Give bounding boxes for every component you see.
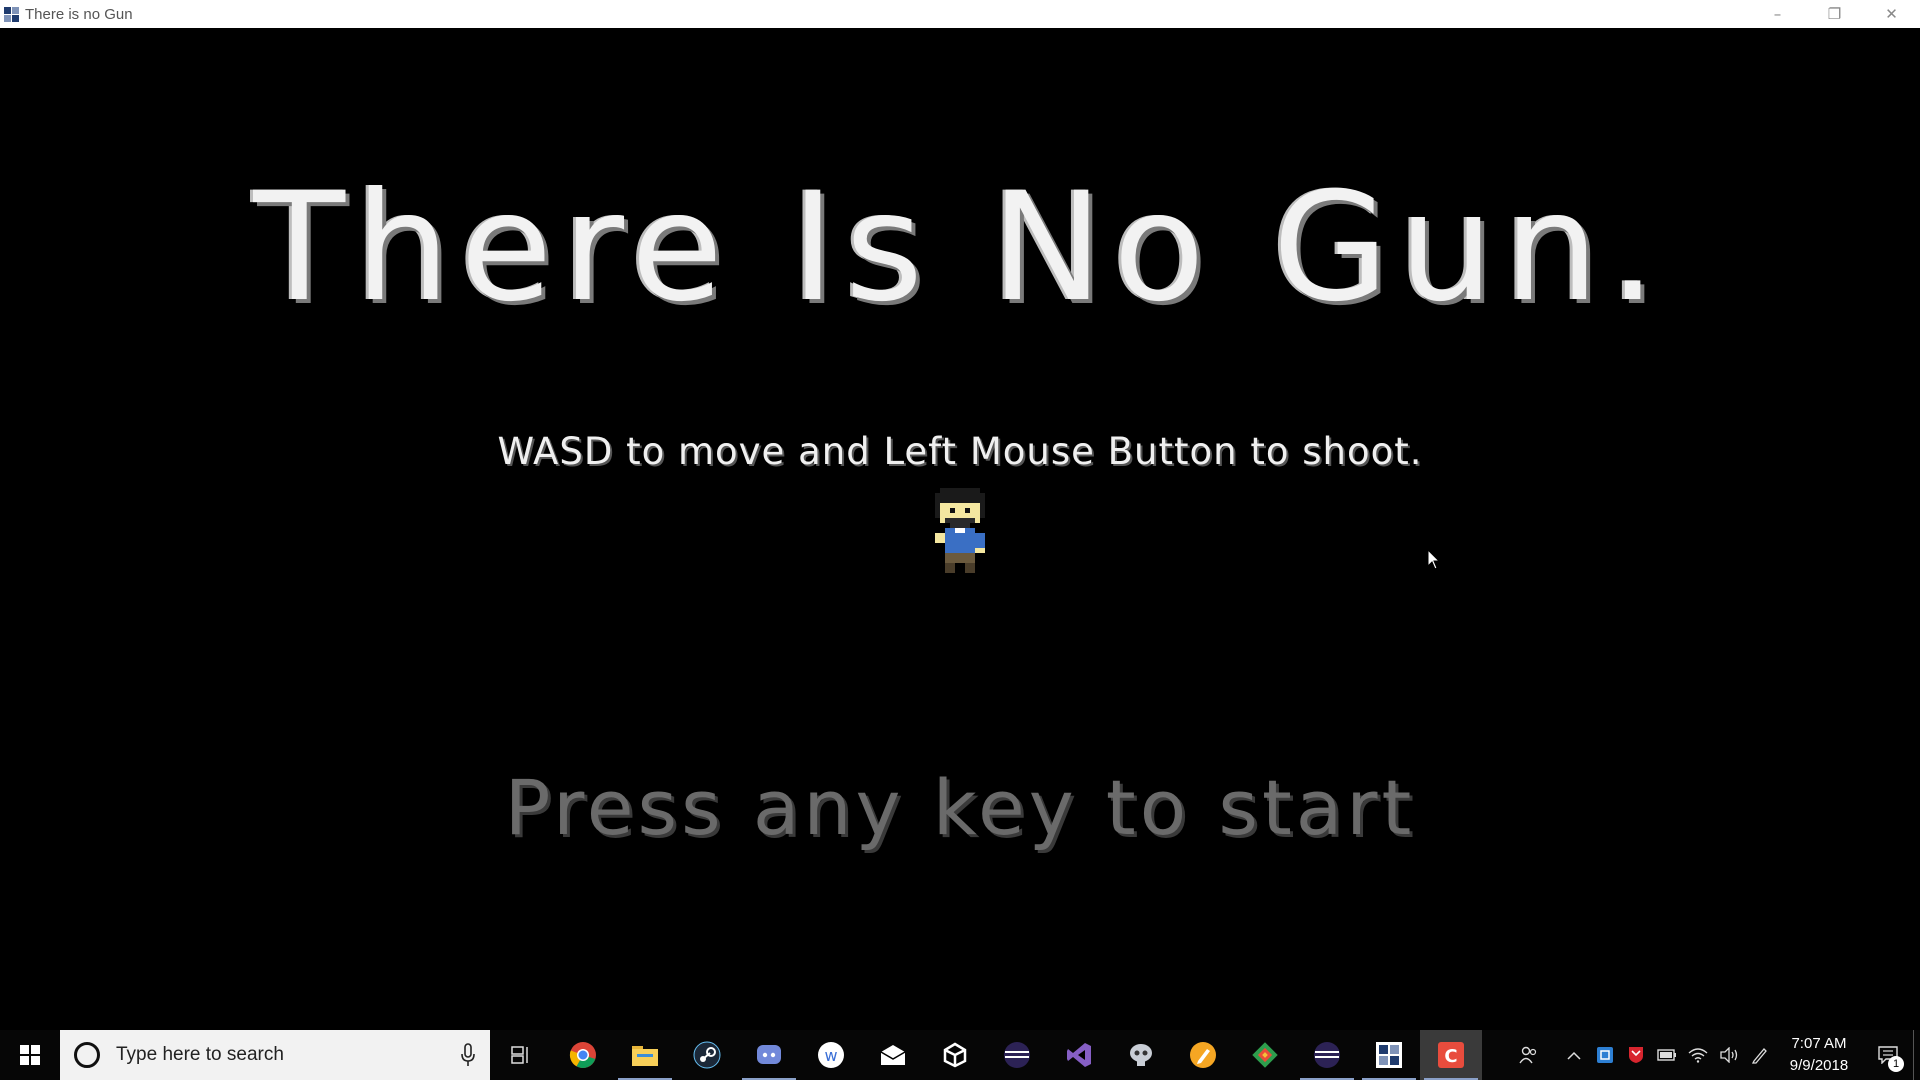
action-center-button[interactable]: 1 (1863, 1030, 1913, 1080)
chevron-up-icon (1566, 1051, 1581, 1060)
tray-network[interactable] (1682, 1030, 1713, 1080)
taskbar-app-mail[interactable] (862, 1030, 924, 1080)
windows-logo-icon (20, 1045, 40, 1065)
tray-pen[interactable] (1744, 1030, 1775, 1080)
eclipse-icon-2 (1314, 1042, 1340, 1068)
c-app-icon: C (1438, 1042, 1464, 1068)
battery-icon (1656, 1049, 1676, 1061)
tray-mcafee[interactable] (1620, 1030, 1651, 1080)
defender-icon (1596, 1047, 1613, 1063)
taskbar-app-git[interactable] (1234, 1030, 1296, 1080)
tray-defender[interactable] (1589, 1030, 1620, 1080)
mouse-cursor-icon (1427, 549, 1441, 570)
restore-button[interactable]: ❐ (1806, 0, 1863, 28)
mcafee-icon (1628, 1047, 1643, 1063)
tray-battery[interactable] (1651, 1030, 1682, 1080)
taskbar-app-eclipse-2[interactable] (1296, 1030, 1358, 1080)
notification-count-badge: 1 (1888, 1056, 1904, 1072)
task-view-icon (511, 1046, 528, 1064)
taskbar-app-file-explorer[interactable] (614, 1030, 676, 1080)
microphone-icon[interactable] (460, 1043, 476, 1067)
svg-text:w: w (824, 1046, 837, 1065)
unity-icon (943, 1042, 967, 1068)
file-explorer-icon (632, 1046, 658, 1066)
taskbar-app-pencil[interactable] (1172, 1030, 1234, 1080)
people-button[interactable] (1513, 1030, 1544, 1080)
taskbar-app-discord[interactable] (738, 1030, 800, 1080)
window-title-bar[interactable]: There is no Gun – ❐ ✕ (0, 0, 1920, 28)
game-window-icon (1376, 1042, 1402, 1068)
clock-time: 7:07 AM (1791, 1035, 1847, 1052)
eclipse-icon (1004, 1042, 1030, 1068)
game-instructions: WASD to move and Left Mouse Button to sh… (497, 430, 1423, 473)
w-app-icon: w (818, 1042, 844, 1068)
press-any-key-prompt: Press any key to start (504, 763, 1416, 852)
people-icon (1518, 1046, 1536, 1064)
discord-icon (757, 1045, 781, 1064)
git-icon (1252, 1042, 1278, 1068)
taskbar-app-skull[interactable] (1110, 1030, 1172, 1080)
taskbar-app-game-window[interactable] (1358, 1030, 1420, 1080)
taskbar-app-unity[interactable] (924, 1030, 986, 1080)
show-hidden-icons-button[interactable] (1558, 1030, 1589, 1080)
start-button[interactable] (0, 1030, 60, 1080)
steam-icon (693, 1041, 721, 1069)
taskbar-app-steam[interactable] (676, 1030, 738, 1080)
taskbar-clock[interactable]: 7:07 AM 9/9/2018 (1775, 1030, 1863, 1080)
taskbar-app-w[interactable]: w (800, 1030, 862, 1080)
window-title: There is no Gun (25, 5, 133, 23)
search-placeholder: Type here to search (116, 1044, 284, 1065)
tray-volume[interactable] (1713, 1030, 1744, 1080)
player-character-sprite (935, 488, 985, 573)
close-button[interactable]: ✕ (1863, 0, 1920, 28)
wifi-icon (1688, 1048, 1707, 1063)
game-canvas[interactable]: There Is No Gun. WASD to move and Left M… (0, 28, 1920, 1030)
chrome-icon (569, 1042, 596, 1069)
volume-icon (1719, 1047, 1737, 1063)
taskbar-search-box[interactable]: Type here to search (60, 1030, 490, 1080)
taskbar: Type here to search w C 7:07 AM 9/9/2018… (0, 1030, 1920, 1080)
skull-app-icon (1130, 1044, 1152, 1066)
game-window-icon (3, 5, 21, 23)
show-desktop-button[interactable] (1913, 1030, 1920, 1080)
taskbar-app-eclipse[interactable] (986, 1030, 1048, 1080)
pen-icon (1751, 1048, 1767, 1064)
visual-studio-icon (1067, 1043, 1091, 1067)
taskbar-app-c[interactable]: C (1420, 1030, 1482, 1080)
cortana-icon (74, 1042, 100, 1068)
taskbar-app-chrome[interactable] (552, 1030, 614, 1080)
minimize-button[interactable]: – (1749, 0, 1806, 28)
clock-date: 9/9/2018 (1789, 1057, 1849, 1074)
mail-icon (880, 1045, 906, 1065)
svg-text:C: C (1444, 1046, 1457, 1067)
game-title: There Is No Gun. (253, 161, 1667, 335)
pencil-app-icon (1190, 1042, 1216, 1068)
taskbar-app-visual-studio[interactable] (1048, 1030, 1110, 1080)
task-view-button[interactable] (490, 1030, 552, 1080)
